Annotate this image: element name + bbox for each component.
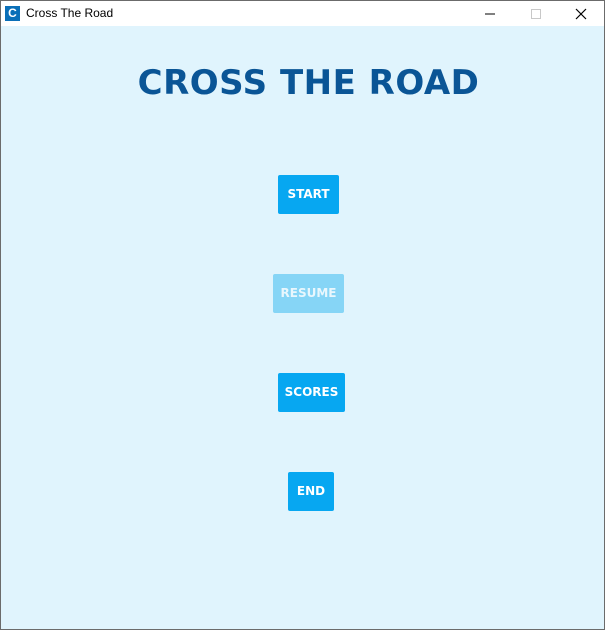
maximize-button: [513, 1, 559, 26]
game-title: CROSS THE ROAD: [137, 63, 480, 103]
title-bar[interactable]: C Cross The Road: [1, 1, 604, 26]
resume-button: RESUME: [273, 274, 344, 313]
app-icon: C: [5, 6, 20, 21]
window-title: Cross The Road: [26, 6, 114, 20]
minimize-button[interactable]: [467, 1, 513, 26]
main-menu: CROSS THE ROAD START RESUME SCORES END: [1, 26, 604, 629]
scores-button[interactable]: SCORES: [278, 373, 345, 412]
end-button[interactable]: END: [288, 472, 334, 511]
minimize-icon: [485, 13, 495, 15]
game-window: C Cross The Road CROSS THE ROAD START RE…: [0, 0, 605, 630]
start-button[interactable]: START: [278, 175, 339, 214]
close-button[interactable]: [558, 1, 604, 26]
maximize-icon: [531, 9, 541, 19]
close-icon: [575, 8, 587, 20]
